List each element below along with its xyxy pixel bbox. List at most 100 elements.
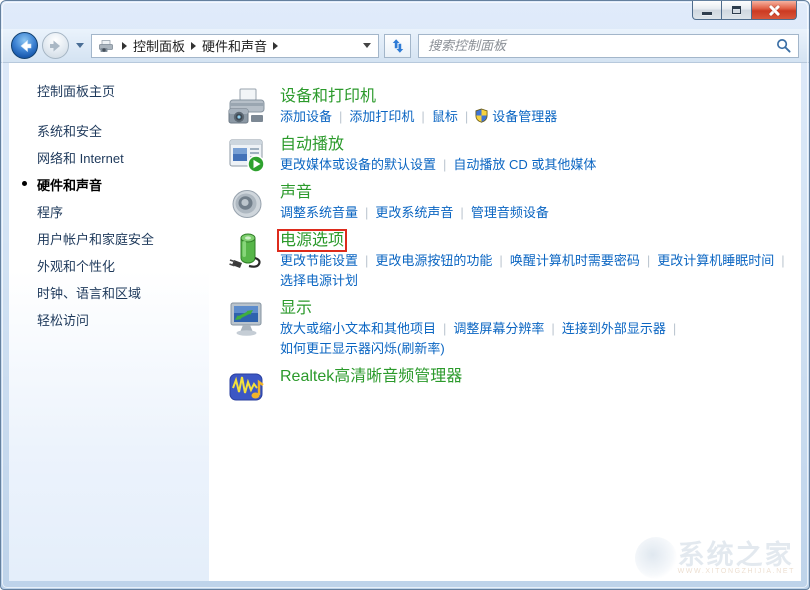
section-links-row: 更改媒体或设备的默认设置|自动播放 CD 或其他媒体 bbox=[280, 155, 596, 175]
section-title[interactable]: 显示 bbox=[280, 300, 312, 317]
back-button[interactable] bbox=[11, 32, 38, 59]
address-bar[interactable]: 控制面板硬件和声音 bbox=[91, 34, 379, 58]
section-body: 电源选项更改节能设置 | 更改电源按钮的功能 | 唤醒计算机时需要密码 | 更改计算机睡眠时… bbox=[280, 231, 792, 291]
section-body: Realtek高清晰音频管理器 bbox=[280, 367, 462, 407]
sidebar-item-active[interactable]: 硬件和声音 bbox=[9, 171, 209, 198]
sidebar-item[interactable]: 网络和 Internet bbox=[9, 144, 209, 171]
link-separator: | bbox=[421, 109, 424, 124]
section-devices-printers: 设备和打印机添加设备 | 添加打印机 | 鼠标 | 设备管理器 bbox=[227, 87, 801, 127]
forward-button[interactable] bbox=[42, 32, 69, 59]
close-icon bbox=[768, 4, 781, 17]
breadcrumb: 控制面板硬件和声音 bbox=[116, 36, 284, 55]
section-links-row: 调整系统音量 | 更改系统声音 | 管理音频设备 bbox=[280, 203, 549, 223]
titlebar[interactable] bbox=[1, 1, 809, 29]
devices-printers-icon[interactable] bbox=[227, 87, 267, 127]
maximize-button[interactable] bbox=[722, 1, 751, 20]
realtek-icon[interactable] bbox=[227, 367, 267, 407]
task-link[interactable]: 管理音频设备 bbox=[471, 205, 549, 220]
task-link[interactable]: 选择电源计划 bbox=[280, 273, 358, 288]
task-link[interactable]: 更改节能设置 bbox=[280, 253, 358, 268]
link-separator: | bbox=[365, 253, 368, 268]
link-separator: | bbox=[499, 253, 502, 268]
task-link[interactable]: 如何更正显示器闪烁(刷新率) bbox=[280, 341, 445, 356]
close-button[interactable] bbox=[751, 1, 797, 20]
section-body: 声音调整系统音量 | 更改系统声音 | 管理音频设备 bbox=[280, 183, 549, 223]
sound-icon[interactable] bbox=[227, 183, 267, 223]
task-link[interactable]: 设备管理器 bbox=[492, 109, 557, 124]
link-separator: | bbox=[365, 205, 368, 220]
task-link[interactable]: 自动播放 CD 或其他媒体 bbox=[453, 157, 596, 172]
power-options-icon[interactable] bbox=[227, 231, 267, 271]
task-link[interactable]: 连接到外部显示器 bbox=[562, 321, 666, 336]
section-realtek: Realtek高清晰音频管理器 bbox=[227, 367, 801, 407]
task-link[interactable]: 更改系统声音 bbox=[375, 205, 453, 220]
section-title-row: 显示 bbox=[280, 299, 683, 319]
section-title-row: 设备和打印机 bbox=[280, 87, 557, 107]
link-separator: | bbox=[465, 109, 468, 124]
task-link[interactable]: 更改计算机睡眠时间 bbox=[657, 253, 774, 268]
content-area: 控制面板主页 系统和安全网络和 Internet硬件和声音程序用户帐户和家庭安全… bbox=[9, 63, 801, 581]
sidebar-item[interactable]: 外观和个性化 bbox=[9, 252, 209, 279]
section-title-row: 自动播放 bbox=[280, 135, 596, 155]
back-arrow-icon bbox=[17, 38, 33, 54]
section-display: 显示放大或缩小文本和其他项目|调整屏幕分辨率|连接到外部显示器|如何更正显示器闪… bbox=[227, 299, 801, 359]
forward-arrow-icon bbox=[48, 38, 64, 54]
search-icon[interactable] bbox=[776, 38, 791, 53]
sidebar-item[interactable]: 时钟、语言和区域 bbox=[9, 279, 209, 306]
breadcrumb-item[interactable]: 硬件和声音 bbox=[202, 36, 267, 55]
section-title[interactable]: 自动播放 bbox=[280, 136, 344, 153]
section-links-row: 放大或缩小文本和其他项目|调整屏幕分辨率|连接到外部显示器| bbox=[280, 319, 683, 339]
section-body: 设备和打印机添加设备 | 添加打印机 | 鼠标 | 设备管理器 bbox=[280, 87, 557, 127]
section-links-row: 选择电源计划 bbox=[280, 271, 792, 291]
sidebar-item[interactable]: 轻松访问 bbox=[9, 306, 209, 333]
section-links-row: 更改节能设置|更改电源按钮的功能|唤醒计算机时需要密码|更改计算机睡眠时间| bbox=[280, 251, 792, 271]
breadcrumb-separator-icon bbox=[273, 42, 278, 50]
sidebar-item[interactable]: 用户帐户和家庭安全 bbox=[9, 225, 209, 252]
link-separator: | bbox=[460, 205, 463, 220]
task-link[interactable]: 更改媒体或设备的默认设置 bbox=[280, 157, 436, 172]
sidebar-item[interactable]: 程序 bbox=[9, 198, 209, 225]
breadcrumb-separator-icon bbox=[191, 42, 196, 50]
link-separator: | bbox=[339, 109, 342, 124]
control-panel-window: 控制面板硬件和声音 控制面板主页 系统和安全网络和 Internet硬件和声音程… bbox=[0, 0, 810, 590]
section-title-row: Realtek高清晰音频管理器 bbox=[280, 367, 462, 387]
section-body: 显示放大或缩小文本和其他项目|调整屏幕分辨率|连接到外部显示器|如何更正显示器闪… bbox=[280, 299, 683, 359]
search-box bbox=[418, 34, 799, 58]
maximize-icon bbox=[732, 6, 741, 14]
sidebar-item[interactable]: 系统和安全 bbox=[9, 117, 209, 144]
task-link[interactable]: 调整屏幕分辨率 bbox=[453, 321, 544, 336]
address-dropdown-icon[interactable] bbox=[363, 43, 371, 48]
task-link[interactable]: 添加设备 bbox=[280, 109, 332, 124]
task-link[interactable]: 更改电源按钮的功能 bbox=[375, 253, 492, 268]
sidebar-category-list: 系统和安全网络和 Internet硬件和声音程序用户帐户和家庭安全外观和个性化时… bbox=[9, 117, 209, 333]
sidebar: 控制面板主页 系统和安全网络和 Internet硬件和声音程序用户帐户和家庭安全… bbox=[9, 63, 209, 581]
section-body: 自动播放更改媒体或设备的默认设置|自动播放 CD 或其他媒体 bbox=[280, 135, 596, 175]
section-title-row: 声音 bbox=[280, 183, 549, 203]
breadcrumb-item[interactable]: 控制面板 bbox=[133, 36, 185, 55]
navigation-bar: 控制面板硬件和声音 bbox=[1, 29, 809, 63]
search-input[interactable] bbox=[426, 37, 776, 54]
link-separator: | bbox=[551, 321, 554, 336]
refresh-button[interactable] bbox=[384, 34, 411, 58]
section-power-options: 电源选项更改节能设置 | 更改电源按钮的功能 | 唤醒计算机时需要密码 | 更改计算机睡眠时… bbox=[227, 231, 801, 291]
section-title[interactable]: 设备和打印机 bbox=[280, 88, 376, 105]
section-title[interactable]: Realtek高清晰音频管理器 bbox=[280, 368, 462, 385]
task-link[interactable]: 放大或缩小文本和其他项目 bbox=[280, 321, 436, 336]
task-link[interactable]: 唤醒计算机时需要密码 bbox=[510, 253, 640, 268]
display-icon[interactable] bbox=[227, 299, 267, 339]
hardware-sound-small-icon bbox=[98, 38, 114, 54]
main-panel: 设备和打印机添加设备 | 添加打印机 | 鼠标 | 设备管理器自动播放更改媒体或设备的默认设… bbox=[209, 63, 801, 581]
section-title[interactable]: 声音 bbox=[280, 184, 312, 201]
link-separator: | bbox=[781, 253, 784, 268]
section-title[interactable]: 电源选项 bbox=[280, 232, 344, 249]
minimize-button[interactable] bbox=[692, 1, 722, 20]
minimize-icon bbox=[702, 12, 712, 15]
uac-shield-icon bbox=[475, 108, 488, 123]
task-link[interactable]: 鼠标 bbox=[432, 109, 458, 124]
task-link[interactable]: 调整系统音量 bbox=[280, 205, 358, 220]
sidebar-home-link[interactable]: 控制面板主页 bbox=[37, 81, 209, 100]
task-link[interactable]: 添加打印机 bbox=[349, 109, 414, 124]
recent-pages-dropdown[interactable] bbox=[76, 43, 84, 48]
autoplay-icon[interactable] bbox=[227, 135, 267, 175]
section-sound: 声音调整系统音量 | 更改系统声音 | 管理音频设备 bbox=[227, 183, 801, 223]
